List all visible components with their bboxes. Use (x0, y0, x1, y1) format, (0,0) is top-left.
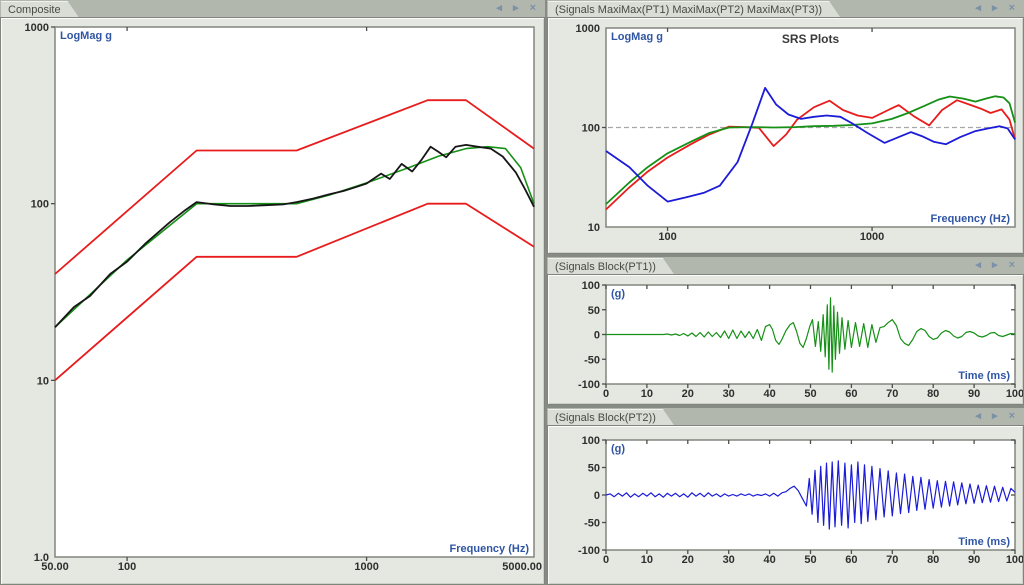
x-tick-label: 10 (641, 388, 653, 400)
srs-window-controls: ◂ ▸ × (972, 1, 1019, 14)
x-tick-label: 90 (968, 554, 980, 566)
x-tick-label: 100 (1006, 554, 1023, 566)
x-tick-label: 90 (968, 388, 980, 400)
x-tick-label: 70 (886, 554, 898, 566)
pt1-x-axis-label: Time (ms) (958, 370, 1010, 382)
tab-pt1-label: (Signals Block(PT1)) (555, 261, 656, 273)
application-window: Composite ◂ ▸ × 50.0010010005000.0010001… (0, 0, 1024, 585)
pt2-plot-area: 0 10 20 30 40 50 60 70 80 90 100 100 50 0 -50 -100 (g) Ti… (547, 425, 1024, 585)
y-tick-label: -50 (584, 518, 600, 530)
y-tick-label: 1.0 (34, 552, 49, 564)
composite-plot-area: 50.0010010005000.001000100101.0LogMag gF… (0, 17, 545, 585)
composite-prev-tab-button[interactable]: ◂ (493, 1, 506, 14)
tab-srs[interactable]: (Signals MaxiMax(PT1) MaxiMax(PT2) MaxiM… (548, 1, 840, 17)
composite-next-tab-button[interactable]: ▸ (510, 1, 523, 14)
x-tick-label: 10 (641, 554, 653, 566)
tab-pt1[interactable]: (Signals Block(PT1)) (548, 258, 674, 274)
x-tick-label: 80 (927, 388, 939, 400)
pt2-tabbar: (Signals Block(PT2)) ◂ ▸ × (547, 408, 1024, 425)
x-tick-label: 0 (603, 554, 609, 566)
pt2-prev-tab-button[interactable]: ◂ (972, 409, 985, 422)
composite-tabbar: Composite ◂ ▸ × (0, 0, 545, 17)
composite-panel: Composite ◂ ▸ × 50.0010010005000.0010001… (0, 0, 545, 585)
pt1-chart[interactable]: 0 10 20 30 40 50 60 70 80 90 100 100 50 0 -50 -100 (g) Ti… (548, 275, 1023, 404)
x-tick-label: 100 (658, 231, 676, 243)
tab-srs-label: (Signals MaxiMax(PT1) MaxiMax(PT2) MaxiM… (555, 4, 822, 16)
pt2-chart[interactable]: 0 10 20 30 40 50 60 70 80 90 100 100 50 0 -50 -100 (g) Ti… (548, 426, 1023, 584)
pt1-tabbar: (Signals Block(PT1)) ◂ ▸ × (547, 257, 1024, 274)
srs-chart[interactable]: 100 1000 1000 100 10 LogMag g SRS Plots Frequen… (548, 18, 1023, 253)
y-tick-label: 10 (588, 222, 600, 234)
pt1-window-controls: ◂ ▸ × (972, 258, 1019, 271)
y-tick-label: 100 (582, 123, 600, 135)
x-tick-label: 40 (763, 554, 775, 566)
composite-close-button[interactable]: × (527, 2, 540, 14)
y-tick-label: 50 (588, 463, 600, 475)
y-tick-label: 100 (582, 280, 600, 292)
srs-next-tab-button[interactable]: ▸ (989, 1, 1002, 14)
y-tick-label: -50 (584, 354, 600, 366)
y-tick-label: -100 (578, 379, 600, 391)
y-tick-label: -100 (578, 545, 600, 557)
x-tick-label: 50 (804, 554, 816, 566)
tab-pt2[interactable]: (Signals Block(PT2)) (548, 409, 674, 425)
y-tick-label: 10 (37, 375, 49, 387)
pt2-window-controls: ◂ ▸ × (972, 409, 1019, 422)
y-tick-label: 50 (588, 305, 600, 317)
x-tick-label: 40 (763, 388, 775, 400)
composite-plot-frame (55, 27, 534, 557)
srs-close-button[interactable]: × (1006, 2, 1019, 14)
composite-chart[interactable]: 50.0010010005000.001000100101.0LogMag gF… (1, 18, 544, 584)
x-tick-label: 30 (723, 388, 735, 400)
composite-window-controls: ◂ ▸ × (493, 1, 540, 14)
srs-x-axis-label: Frequency (Hz) (931, 213, 1011, 225)
y-tick-label: 0 (594, 330, 600, 342)
x-tick-label: 1000 (860, 231, 884, 243)
x-tick-label: 80 (927, 554, 939, 566)
x-tick-label: 100 (118, 561, 136, 573)
x-tick-label: 20 (682, 388, 694, 400)
x-tick-label: 60 (845, 388, 857, 400)
pt1-close-button[interactable]: × (1006, 259, 1019, 271)
x-tick-label: 0 (603, 388, 609, 400)
y-tick-label: 1000 (25, 22, 49, 34)
pt2-next-tab-button[interactable]: ▸ (989, 409, 1002, 422)
srs-prev-tab-button[interactable]: ◂ (972, 1, 985, 14)
x-tick-label: 5000.00 (502, 561, 542, 573)
pt1-y-axis-label: (g) (611, 288, 625, 300)
x-tick-label: 70 (886, 388, 898, 400)
pt1-next-tab-button[interactable]: ▸ (989, 258, 1002, 271)
srs-tabbar: (Signals MaxiMax(PT1) MaxiMax(PT2) MaxiM… (547, 0, 1024, 17)
x-tick-label: 1000 (354, 561, 378, 573)
y-tick-label: 1000 (576, 23, 600, 35)
pt1-prev-tab-button[interactable]: ◂ (972, 258, 985, 271)
x-tick-label: 60 (845, 554, 857, 566)
pt2-close-button[interactable]: × (1006, 410, 1019, 422)
x-tick-label: 100 (1006, 388, 1023, 400)
x-tick-label: 30 (723, 554, 735, 566)
y-tick-label: 100 (582, 435, 600, 447)
tab-composite[interactable]: Composite (1, 1, 79, 17)
pt1-panel: (Signals Block(PT1)) ◂ ▸ × 0 10 20 30 40 50 60… (547, 257, 1024, 405)
pt2-y-axis-label: (g) (611, 443, 625, 455)
srs-panel: (Signals MaxiMax(PT1) MaxiMax(PT2) MaxiM… (547, 0, 1024, 254)
x-tick-label: 20 (682, 554, 694, 566)
composite-x-axis-label: Frequency (Hz) (450, 543, 530, 555)
tab-pt2-label: (Signals Block(PT2)) (555, 412, 656, 424)
srs-plot-area: 100 1000 1000 100 10 LogMag g SRS Plots Frequen… (547, 17, 1024, 254)
pt2-panel: (Signals Block(PT2)) ◂ ▸ × 0 10 20 30 40 50 60… (547, 408, 1024, 585)
pt2-x-axis-label: Time (ms) (958, 536, 1010, 548)
srs-title: SRS Plots (782, 32, 840, 46)
x-tick-label: 50 (804, 388, 816, 400)
composite-y-axis-label: LogMag g (60, 30, 112, 42)
tab-composite-label: Composite (8, 4, 61, 16)
y-tick-label: 0 (594, 490, 600, 502)
pt1-plot-area: 0 10 20 30 40 50 60 70 80 90 100 100 50 0 -50 -100 (g) Ti… (547, 274, 1024, 405)
y-tick-label: 100 (31, 199, 49, 211)
srs-y-axis-label: LogMag g (611, 31, 663, 43)
